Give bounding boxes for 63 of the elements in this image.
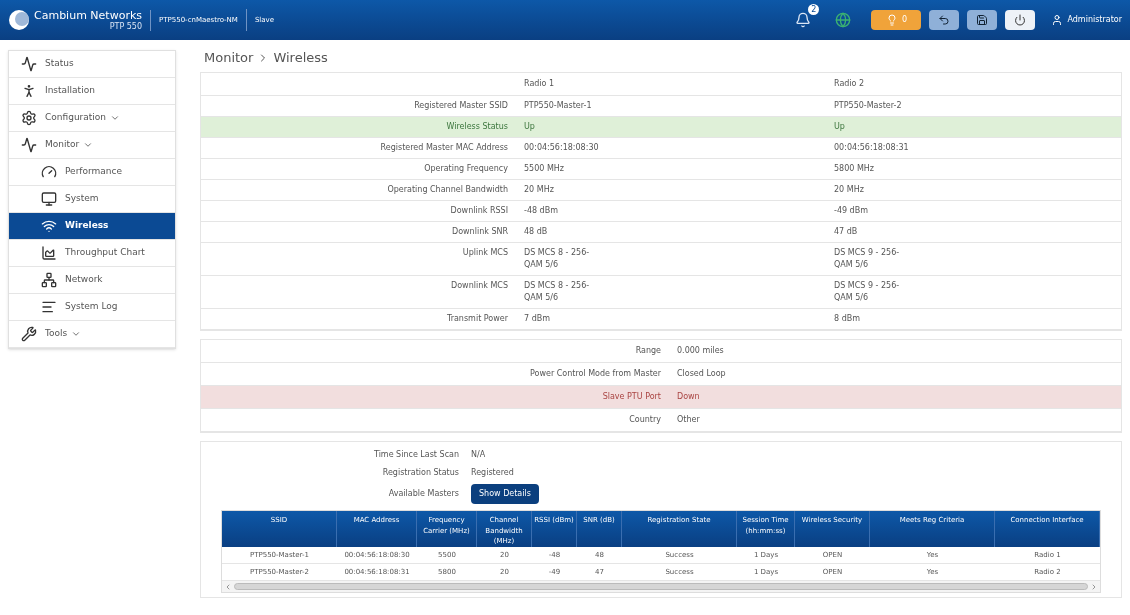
brand-name: Cambium Networks [34,9,143,21]
table-cell-text: DS MCS 8 - 256-QAM 5/6 [523,280,591,304]
table-cell-text: DS MCS 9 - 256-QAM 5/6 [833,247,901,271]
table-cell-text: 00:04:56:18:08:31 [833,142,910,154]
sidebar-item[interactable]: Configuration [9,105,175,132]
column-header: Radio 1 [523,78,556,90]
table-cell-text: 20 MHz [523,184,555,196]
field-label: Time Since Last Scan [373,449,460,461]
table-cell-text: Down [676,391,701,403]
field-value: N/A [471,449,487,461]
sidebar-item[interactable]: Throughput Chart [9,240,175,267]
page-title: Wireless [273,49,328,68]
field-value: Registered [471,467,515,479]
sidebar-item[interactable]: Tools [9,321,175,348]
table-cell-text: 8 dBm [833,313,861,325]
table-cell-text: Up [833,121,846,133]
row-label: Operating Channel Bandwidth [386,184,509,196]
row-label: Downlink RSSI [449,205,509,217]
table-cell-text: 20 MHz [833,184,865,196]
table-cell-text: DS MCS 9 - 256-QAM 5/6 [833,280,901,304]
table-cell-text: PTP550-Master-2 [833,100,903,112]
sidebar-item[interactable]: Monitor [9,132,175,159]
field-label: Registration Status [381,467,460,479]
row-label: Slave PTU Port [601,391,662,403]
sidebar-item[interactable]: Installation [9,78,175,105]
user-menu[interactable]: Administrator [1051,14,1122,26]
row-label: Uplink MCS [461,247,509,259]
table-cell-text: 5500 MHz [523,163,566,175]
table-cell-text: DS MCS 8 - 256-QAM 5/6 [523,247,591,271]
sidebar-item[interactable]: System [9,186,175,213]
show-details-button[interactable]: Show Details [471,484,539,504]
row-label: Wireless Status [445,121,509,133]
row-label: Range [634,345,662,357]
breadcrumb-link[interactable]: Monitor [204,48,254,68]
row-label: Country [628,414,662,426]
table-cell-text: 0.000 miles [676,345,725,357]
sidebar-item[interactable]: System Log [9,294,175,321]
table-cell-text: PTP550-Master-1 [523,100,593,112]
table-cell-text: -49 dBm [833,205,869,217]
sidebar-item[interactable]: Performance [9,159,175,186]
sidebar-item[interactable]: Wireless [9,213,175,240]
notification-count: 2 [808,4,820,15]
row-label: Operating Frequency [423,163,509,175]
table-cell-text: 00:04:56:18:08:30 [523,142,600,154]
row-label: Registered Master SSID [413,100,509,112]
row-label: Downlink MCS [450,280,509,292]
table-cell-text: 5800 MHz [833,163,876,175]
sidebar-item[interactable]: Status [9,51,175,78]
row-label: Registered Master MAC Address [379,142,509,154]
table-cell-text: 7 dBm [523,313,551,325]
sidebar-item[interactable]: Network [9,267,175,294]
table-cell-text: Other [676,414,701,426]
table-cell-text: 48 dB [523,226,549,238]
row-label: Power Control Mode from Master [529,368,662,380]
table-cell-text: Closed Loop [676,368,727,380]
table-cell-text: -48 dBm [523,205,559,217]
table-cell-text: Up [523,121,536,133]
row-label: Transmit Power [445,313,509,325]
field-label: Available Masters [387,488,460,500]
row-label: Downlink SNR [451,226,509,238]
column-header: Radio 2 [833,78,866,90]
table-cell-text: 47 dB [833,226,859,238]
model-name: PTP 550 [109,22,143,31]
